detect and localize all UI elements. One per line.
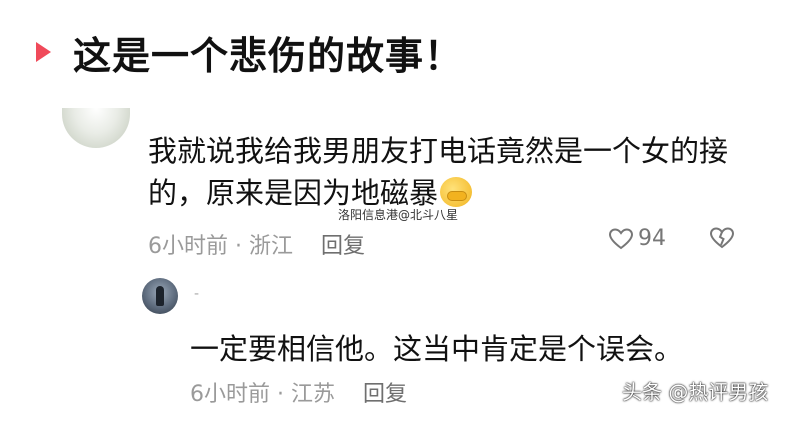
reply-username[interactable]: -	[194, 286, 199, 302]
like-count: 94	[638, 226, 666, 251]
reply-reply-button[interactable]: 回复	[363, 376, 407, 408]
comment-time-location: 6小时前 · 浙江	[148, 234, 293, 259]
face-palm-emoji-icon	[440, 177, 473, 207]
dislike-button[interactable]	[708, 226, 736, 254]
watermark-text: 洛阳信息港@北斗八星	[338, 208, 459, 222]
post-title: 这是一个悲伤的故事！	[73, 33, 464, 78]
source-watermark: 头条 @热评男孩	[622, 380, 769, 404]
reply-time-location: 6小时前 · 江苏	[190, 382, 335, 407]
comment-text: 我就说我给我男朋友打电话竟然是一个女的接的，原来是因为地磁暴	[148, 134, 729, 210]
heart-icon	[608, 227, 634, 249]
reply-button[interactable]: 回复	[321, 228, 365, 260]
comment-body: 我就说我给我男朋友打电话竟然是一个女的接的，原来是因为地磁暴	[148, 130, 748, 214]
reply-avatar[interactable]	[142, 278, 178, 314]
avatar[interactable]	[62, 108, 130, 148]
reply-comment-text: 一定要相信他。这当中肯定是个误会。	[190, 332, 684, 366]
broken-heart-icon	[709, 227, 735, 249]
comment-meta: 6小时前 · 浙江 回复	[148, 228, 365, 260]
like-button[interactable]: 94	[608, 226, 666, 251]
reply-meta: 6小时前 · 江苏 回复	[190, 376, 407, 408]
play-triangle-icon	[36, 42, 51, 62]
post-title-row: 这是一个悲伤的故事！	[36, 22, 463, 82]
